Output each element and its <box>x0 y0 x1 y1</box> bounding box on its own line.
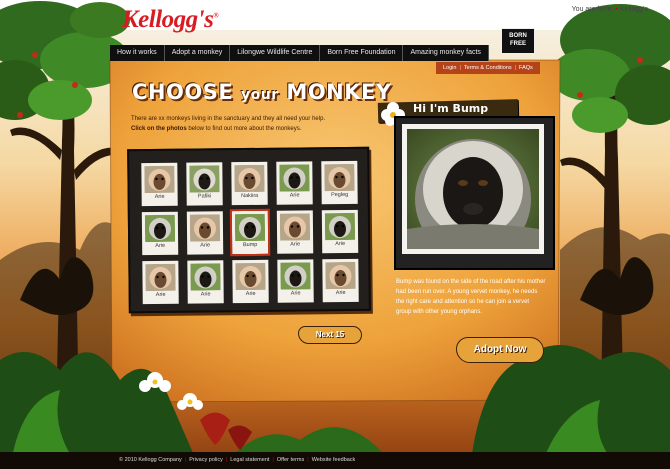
monkey-thumbnail[interactable]: Arie <box>141 211 179 256</box>
footer-website-feedback[interactable]: Website feedback <box>309 457 359 463</box>
monkey-name: Arie <box>245 290 256 298</box>
monkey-photo <box>234 164 265 193</box>
kelloggs-logo[interactable]: Kellogg's® <box>122 6 219 34</box>
nav-adopt-a-monkey[interactable]: Adopt a monkey <box>164 45 231 61</box>
footer-offer-terms[interactable]: Offer terms <box>274 457 307 463</box>
monkey-name: Arie <box>200 291 211 298</box>
title-monkey: MONKEY <box>286 80 392 104</box>
main-nav: How it works Adopt a monkey Lilongwe Wil… <box>110 45 489 61</box>
footer-legal-statement[interactable]: Legal statement <box>227 457 272 463</box>
monkey-name: Arie <box>290 290 301 297</box>
logo-registered-mark: ® <box>213 11 219 20</box>
monkey-photo <box>189 165 220 193</box>
profile-description: Bump was found on the side of the road a… <box>396 279 546 315</box>
monkey-photo <box>324 163 355 192</box>
monkey-photo <box>235 262 266 291</box>
born-free-logo[interactable]: BORN FREE <box>501 28 535 54</box>
monkey-name: Arie <box>154 193 165 200</box>
monkey-name: Arie <box>290 241 301 248</box>
monkey-thumbnail[interactable]: Arie <box>277 259 314 303</box>
monkey-thumbnail[interactable]: Arie <box>186 211 224 255</box>
monkey-name: Nakiira <box>241 192 259 200</box>
monkey-photo <box>145 263 176 292</box>
monkey-photo <box>279 213 311 241</box>
breadcrumb-current[interactable]: Kellogg's <box>620 6 648 13</box>
monkey-thumbnail[interactable]: Arie <box>187 260 224 304</box>
monkey-name: Bump <box>242 241 258 249</box>
breadcrumb-separator-icon: • <box>615 6 618 13</box>
monkey-thumbnail[interactable]: Pafiki <box>186 162 223 206</box>
monkey-photo <box>279 164 310 192</box>
nav-amazing-monkey-facts[interactable]: Amazing monkey facts <box>403 45 489 61</box>
title-choose: CHOOSE <box>132 80 234 104</box>
utility-links: Login | Terms & Conditions | FAQs <box>436 62 540 74</box>
breadcrumb-prefix: You are here: <box>571 6 614 13</box>
monkey-photo <box>190 263 221 291</box>
next-15-button[interactable]: Next 15 <box>298 326 362 344</box>
nav-lilongwe-wildlife-centre[interactable]: Lilongwe Wildlife Centre <box>230 45 321 61</box>
intro-text: There are xx monkeys living in the sanct… <box>131 116 326 122</box>
monkey-name: Arie <box>155 242 166 249</box>
monkey-name: Arie <box>200 242 211 249</box>
monkey-thumbnail[interactable]: Nakiira <box>231 161 268 206</box>
born-free-logo-line1: BORN <box>509 33 527 39</box>
monkey-name: Arie <box>289 192 300 199</box>
footer-copyright: © 2010 Kellogg Company <box>119 457 182 463</box>
monkey-thumbnail[interactable]: Arie <box>322 258 359 303</box>
intro-instruction-bold: Click on the photos <box>131 126 187 132</box>
footer-links: © 2010 Kellogg Company | Privacy policy … <box>116 457 358 463</box>
monkey-photo <box>280 262 311 290</box>
monkey-thumbnail[interactable]: Arie <box>232 259 269 304</box>
monkey-thumbnail[interactable]: Arie <box>276 210 314 254</box>
monkey-name: Pafiki <box>197 193 212 200</box>
monkey-name: Arie <box>335 289 346 297</box>
monkey-photo <box>144 165 175 194</box>
adopt-now-button[interactable]: Adopt Now <box>456 337 544 363</box>
breadcrumb: You are here: • Kellogg's <box>572 6 648 13</box>
monkey-photo <box>189 214 221 242</box>
monkey-name: Arie <box>335 240 346 248</box>
born-free-logo-line2: FREE <box>509 41 526 47</box>
title-your: your <box>240 87 279 103</box>
intro-instruction: Click on the photos below to find out mo… <box>131 126 301 132</box>
monkey-thumbnail[interactable]: Arie <box>276 161 313 205</box>
nav-how-it-works[interactable]: How it works <box>110 45 165 61</box>
monkey-thumbnail[interactable]: Bump <box>229 208 271 257</box>
monkey-photo <box>144 214 176 243</box>
monkey-name: Pegleg <box>331 191 349 199</box>
profile-photo-bump <box>407 129 539 249</box>
monkey-thumbnail[interactable]: Arie <box>141 162 178 207</box>
nav-born-free-foundation[interactable]: Born Free Foundation <box>320 45 404 61</box>
profile-title: Hi I'm Bump <box>413 102 489 115</box>
footer-privacy-policy[interactable]: Privacy policy <box>186 457 226 463</box>
faqs-link[interactable]: FAQs <box>516 62 536 74</box>
monkey-photo <box>234 213 266 242</box>
monkey-thumbnail[interactable]: Pegleg <box>321 160 358 205</box>
intro-instruction-rest: below to find out more about the monkeys… <box>186 126 302 132</box>
logo-text: Kellogg's <box>122 6 214 33</box>
page-title: CHOOSE your MONKEY <box>132 80 392 104</box>
monkey-name: Arie <box>155 291 166 298</box>
monkey-thumbnail[interactable]: Arie <box>321 209 359 254</box>
monkey-photo <box>325 261 356 290</box>
login-link[interactable]: Login <box>440 62 459 74</box>
monkey-photo <box>324 212 356 241</box>
monkey-thumbnail[interactable]: Arie <box>142 260 179 305</box>
monkey-grid: Arie Pafiki Nakiira Arie Pegleg Arie Arie Bump A… <box>127 146 371 314</box>
terms-link[interactable]: Terms & Conditions <box>461 62 515 74</box>
